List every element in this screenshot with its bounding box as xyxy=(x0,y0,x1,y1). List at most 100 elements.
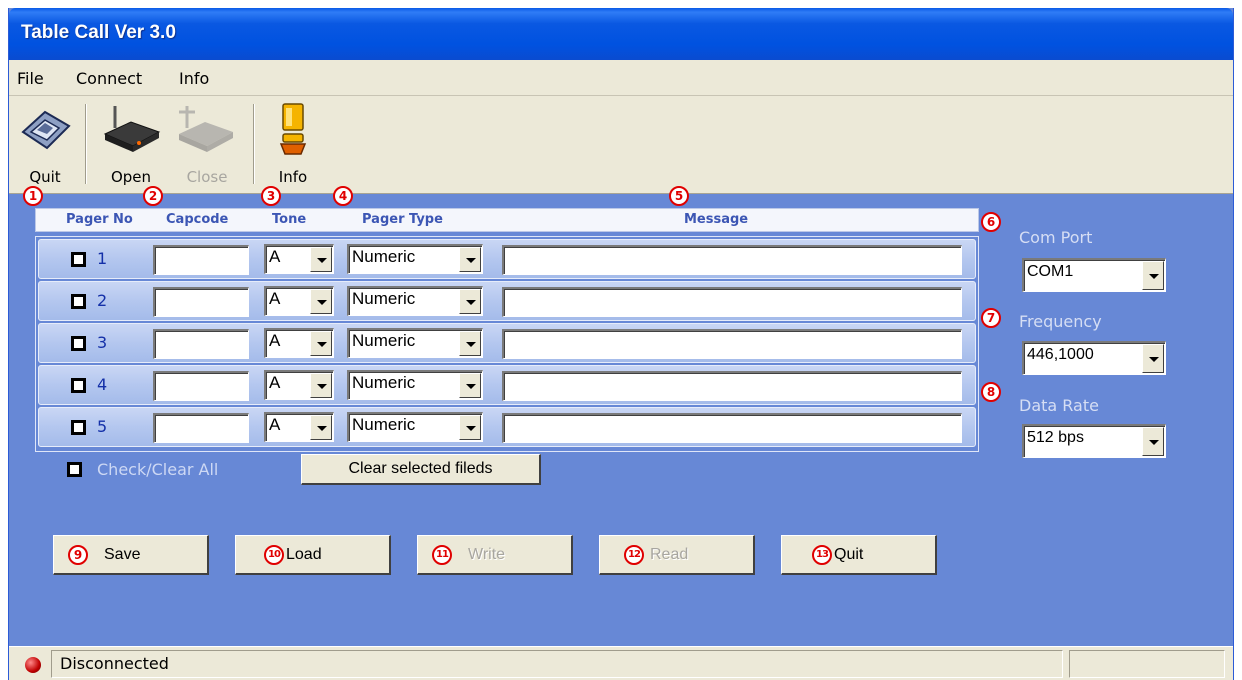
callout-marker: 4 xyxy=(333,186,353,206)
chevron-down-icon[interactable] xyxy=(310,415,332,440)
chevron-down-icon[interactable] xyxy=(459,289,481,314)
header-pager-no: Pager No xyxy=(66,212,133,227)
pager-type-select[interactable]: Numeric xyxy=(347,244,483,274)
toolbar-separator xyxy=(253,104,255,184)
data-rate-select[interactable]: 512 bps xyxy=(1022,424,1166,458)
menu-file[interactable]: File xyxy=(17,69,44,88)
menu-bar: File Connect Info xyxy=(9,60,1233,96)
pager-type-value: Numeric xyxy=(352,289,416,308)
chevron-down-icon[interactable] xyxy=(459,331,481,356)
message-input[interactable] xyxy=(502,371,962,401)
table-row: 2 A Numeric xyxy=(38,281,976,321)
toolbar-quit-button[interactable]: Quit xyxy=(11,102,79,188)
chevron-down-icon[interactable] xyxy=(459,373,481,398)
message-input[interactable] xyxy=(502,413,962,443)
pager-type-value: Numeric xyxy=(352,373,416,392)
save-button[interactable]: 9 Save xyxy=(53,535,209,575)
tone-select[interactable]: A xyxy=(264,286,334,316)
chevron-down-icon[interactable] xyxy=(459,415,481,440)
capcode-input[interactable] xyxy=(153,287,249,317)
chevron-down-icon[interactable] xyxy=(310,247,332,272)
callout-marker: 9 xyxy=(68,545,88,565)
tone-select[interactable]: A xyxy=(264,328,334,358)
tone-value: A xyxy=(269,415,281,434)
toolbar-info-button[interactable]: Info xyxy=(261,102,325,188)
capcode-input[interactable] xyxy=(153,245,249,275)
callout-marker: 11 xyxy=(432,545,452,565)
capcode-input[interactable] xyxy=(153,329,249,359)
row-checkbox[interactable] xyxy=(71,420,86,435)
row-checkbox[interactable] xyxy=(71,336,86,351)
toolbar-close-label: Close xyxy=(186,168,228,186)
write-button[interactable]: 11 Write xyxy=(417,535,573,575)
title-bar[interactable]: Table Call Ver 3.0 xyxy=(9,8,1233,60)
header-pager-type: Pager Type xyxy=(362,212,443,227)
pager-type-select[interactable]: Numeric xyxy=(347,328,483,358)
callout-marker: 8 xyxy=(981,382,1001,402)
tone-select[interactable]: A xyxy=(264,370,334,400)
row-checkbox[interactable] xyxy=(71,294,86,309)
pager-number: 4 xyxy=(97,375,108,394)
table-row: 1 A Numeric xyxy=(38,239,976,279)
row-checkbox[interactable] xyxy=(71,252,86,267)
table-row: 3 A Numeric xyxy=(38,323,976,363)
status-text: Disconnected xyxy=(60,654,169,673)
tone-value: A xyxy=(269,289,281,308)
table-row: 4 A Numeric xyxy=(38,365,976,405)
message-input[interactable] xyxy=(502,329,962,359)
tone-select[interactable]: A xyxy=(264,244,334,274)
chevron-down-icon[interactable] xyxy=(459,247,481,272)
quit-icon xyxy=(21,110,71,150)
pager-type-value: Numeric xyxy=(352,247,416,266)
status-bar: Disconnected xyxy=(9,646,1233,680)
window-title: Table Call Ver 3.0 xyxy=(21,22,176,43)
quit-label: Quit xyxy=(834,546,864,563)
toolbar-close-button[interactable]: Close xyxy=(169,102,245,188)
callout-marker: 6 xyxy=(981,212,1001,232)
com-port-select[interactable]: COM1 xyxy=(1022,258,1166,292)
status-panel: Disconnected xyxy=(51,650,1063,678)
load-label: Load xyxy=(286,546,322,563)
write-label: Write xyxy=(468,546,506,563)
message-input[interactable] xyxy=(502,287,962,317)
chevron-down-icon[interactable] xyxy=(1142,427,1164,456)
callout-marker: 1 xyxy=(23,186,43,206)
capcode-input[interactable] xyxy=(153,413,249,443)
check-all-checkbox[interactable] xyxy=(67,462,82,477)
load-button[interactable]: 10 Load xyxy=(235,535,391,575)
com-port-value: COM1 xyxy=(1027,263,1074,280)
chevron-down-icon[interactable] xyxy=(310,331,332,356)
read-button[interactable]: 12 Read xyxy=(599,535,755,575)
chevron-down-icon[interactable] xyxy=(1142,344,1164,373)
frequency-select[interactable]: 446,1000 xyxy=(1022,341,1166,375)
callout-marker: 12 xyxy=(624,545,644,565)
callout-marker: 7 xyxy=(981,308,1001,328)
main-panel: 1 2 3 4 5 6 7 8 Pager No Capcode Tone Pa… xyxy=(9,186,1233,646)
frequency-label: Frequency xyxy=(1019,312,1102,331)
connect-device-icon xyxy=(103,106,161,152)
quit-button[interactable]: 13 Quit xyxy=(781,535,937,575)
toolbar-open-button[interactable]: Open xyxy=(93,102,169,188)
chevron-down-icon[interactable] xyxy=(310,373,332,398)
pager-type-select[interactable]: Numeric xyxy=(347,412,483,442)
data-rate-value: 512 bps xyxy=(1027,429,1084,446)
row-checkbox[interactable] xyxy=(71,378,86,393)
pager-type-select[interactable]: Numeric xyxy=(347,286,483,316)
tone-value: A xyxy=(269,373,281,392)
tone-select[interactable]: A xyxy=(264,412,334,442)
check-all-label[interactable]: Check/Clear All xyxy=(97,460,218,479)
clear-selected-fields-button[interactable]: Clear selected fileds xyxy=(301,454,541,485)
info-icon xyxy=(279,103,307,155)
capcode-input[interactable] xyxy=(153,371,249,401)
header-capcode: Capcode xyxy=(166,212,229,227)
menu-connect[interactable]: Connect xyxy=(76,69,142,88)
callout-marker: 10 xyxy=(264,545,284,565)
message-input[interactable] xyxy=(502,245,962,275)
callout-marker: 3 xyxy=(261,186,281,206)
chevron-down-icon[interactable] xyxy=(310,289,332,314)
pager-type-select[interactable]: Numeric xyxy=(347,370,483,400)
chevron-down-icon[interactable] xyxy=(1142,261,1164,290)
menu-info[interactable]: Info xyxy=(179,69,209,88)
toolbar: Quit Open Close Info xyxy=(9,96,1233,194)
com-port-label: Com Port xyxy=(1019,228,1093,247)
